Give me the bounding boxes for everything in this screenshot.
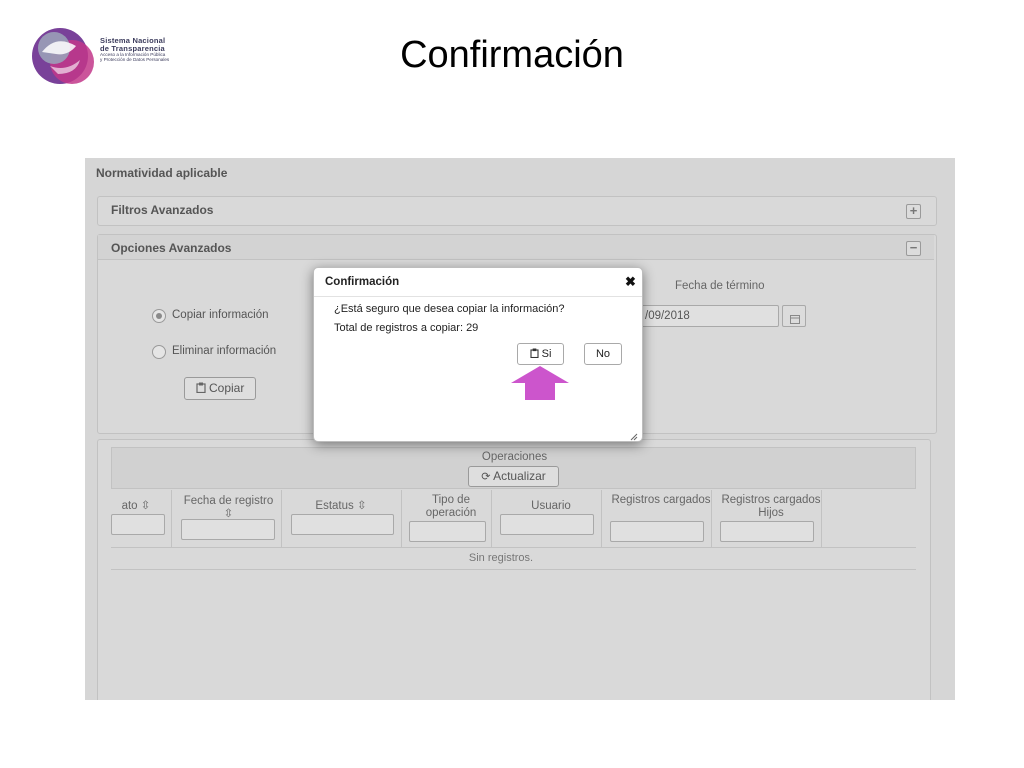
operaciones-header: Operaciones ⟳ Actualizar <box>111 447 916 489</box>
filter-input-estatus[interactable] <box>291 514 394 535</box>
close-icon[interactable]: ✖ <box>625 274 636 290</box>
copy-button-label: Copiar <box>208 381 245 395</box>
dialog-divider <box>314 296 642 297</box>
calendar-icon <box>790 311 800 329</box>
col-fecha-registro[interactable]: Fecha de registro ⇳ <box>181 495 276 521</box>
filter-input-formato[interactable] <box>111 514 165 535</box>
collapse-icon[interactable]: − <box>906 241 921 256</box>
expand-icon[interactable]: + <box>906 204 921 219</box>
filter-input-registros[interactable] <box>610 521 704 542</box>
section-title: Normatividad aplicable <box>96 166 228 180</box>
opciones-title: Opciones Avanzados <box>111 241 232 255</box>
col-separator <box>171 490 172 547</box>
fecha-termino-label: Fecha de término <box>675 280 765 292</box>
radio-eliminar[interactable] <box>152 345 166 359</box>
filtros-panel: Filtros Avanzados + <box>97 196 937 226</box>
confirmation-dialog: Confirmación ✖ ¿Está seguro que desea co… <box>313 267 643 442</box>
col-formato[interactable]: ato ⇳ <box>106 500 166 513</box>
arrow-up-icon <box>511 366 569 400</box>
yes-button-label: Si <box>541 348 552 360</box>
calendar-button[interactable] <box>782 305 806 327</box>
dialog-question: ¿Está seguro que desea copiar la informa… <box>334 303 565 315</box>
opciones-header[interactable]: Opciones Avanzados − <box>98 235 934 260</box>
filter-input-tipo[interactable] <box>409 521 486 542</box>
col-tipo-operacion: Tipo de operación <box>425 494 477 519</box>
col-separator <box>711 490 712 547</box>
update-button-label: Actualizar <box>493 469 546 483</box>
clipboard-icon <box>196 381 209 395</box>
filter-input-usuario[interactable] <box>500 514 594 535</box>
empty-message: Sin registros. <box>468 552 534 564</box>
no-button[interactable]: No <box>584 343 622 365</box>
col-estatus[interactable]: Estatus ⇳ <box>291 500 391 513</box>
fecha-termino-input[interactable]: /09/2018 <box>638 305 779 327</box>
clipboard-icon <box>530 348 542 360</box>
table-header: ato ⇳ Fecha de registro ⇳ Estatus ⇳ Tipo… <box>111 490 916 548</box>
resize-icon[interactable] <box>630 428 638 446</box>
dialog-title: Confirmación <box>325 276 400 288</box>
radio-eliminar-label: Eliminar información <box>172 345 277 357</box>
fecha-termino-value: /09/2018 <box>645 310 690 322</box>
col-separator <box>601 490 602 547</box>
refresh-icon: ⟳ <box>481 471 491 483</box>
empty-row: Sin registros. <box>111 548 916 570</box>
operaciones-panel: Operaciones ⟳ Actualizar ato ⇳ Fecha de … <box>97 439 931 700</box>
filtros-title[interactable]: Filtros Avanzados <box>111 203 213 217</box>
operaciones-title: Operaciones <box>481 451 548 463</box>
col-separator <box>821 490 822 547</box>
col-registros-hijos: Registros cargados Hijos <box>721 494 821 519</box>
radio-copiar[interactable] <box>152 309 166 323</box>
col-separator <box>491 490 492 547</box>
filter-input-hijos[interactable] <box>720 521 814 542</box>
col-registros-cargados: Registros cargados <box>611 494 711 506</box>
col-usuario: Usuario <box>531 500 571 512</box>
copy-button[interactable]: Copiar <box>184 377 256 400</box>
col-separator <box>281 490 282 547</box>
filter-input-fecha[interactable] <box>181 519 275 540</box>
yes-button[interactable]: Si <box>517 343 564 365</box>
dialog-total: Total de registros a copiar: 29 <box>334 322 479 334</box>
slide-title: Confirmación <box>400 34 624 76</box>
col-separator <box>401 490 402 547</box>
radio-copiar-label: Copiar información <box>172 309 269 321</box>
update-button[interactable]: ⟳ Actualizar <box>468 466 559 487</box>
